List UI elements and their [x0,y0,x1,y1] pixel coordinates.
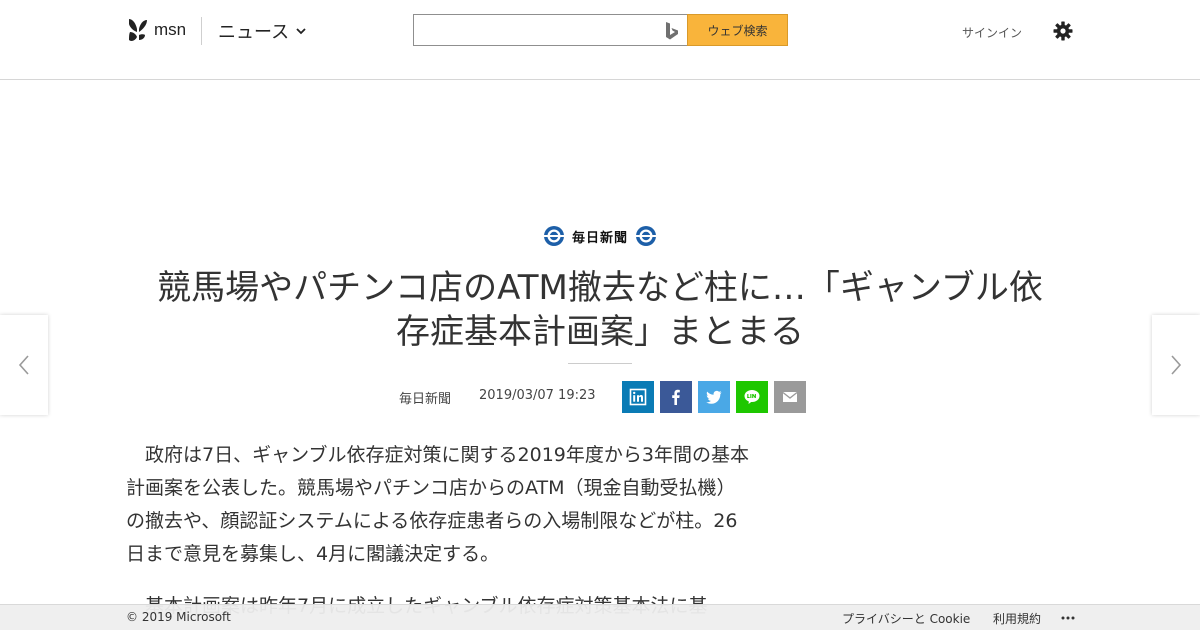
bing-icon [666,22,678,40]
line-icon [744,390,760,404]
article-source: 毎日新聞 [399,392,452,407]
headline-line-2: 存症基本計画案」まとまる [396,312,804,352]
category-dropdown[interactable]: ニュース [218,19,306,43]
facebook-icon [672,389,680,405]
page-footer: © 2019 Microsoft プライバシーと Cookie 利用規約 [0,604,1200,630]
share-twitter-button[interactable] [698,381,730,413]
share-facebook-button[interactable] [660,381,692,413]
publisher-name: 毎日新聞 [571,230,628,246]
msn-butterfly-icon [129,19,147,41]
publisher-emblem-icon [544,226,564,246]
share-linkedin-button[interactable] [622,381,654,413]
share-line-button[interactable] [736,381,768,413]
headline-divider [568,363,632,364]
twitter-icon [706,390,722,404]
web-search-button[interactable]: ウェブ検索 [687,14,788,46]
chevron-right-icon [1171,355,1182,375]
gear-icon[interactable] [1053,21,1073,41]
terms-of-use-link[interactable]: 利用規約 [993,610,1041,627]
article-date: 2019/03/07 19:23 [479,388,596,403]
signin-link[interactable]: サインイン [962,24,1022,41]
privacy-cookie-link[interactable]: プライバシーと Cookie [842,610,970,627]
header-divider [201,17,202,45]
article-headline: 競馬場やパチンコ店のATM撤去など柱に…「ギャンブル依 存症基本計画案」まとまる [110,266,1090,354]
previous-article-button[interactable] [0,315,48,415]
share-mail-button[interactable] [774,381,806,413]
copyright-text: © 2019 Microsoft [126,610,231,624]
headline-line-1: 競馬場やパチンコ店のATM撤去など柱に…「ギャンブル依 [157,268,1043,308]
more-icon[interactable] [1061,616,1075,620]
top-header: msn ニュース ウェブ検索 サインイン [0,0,1200,80]
search-box [413,14,688,46]
linkedin-icon [629,388,647,406]
msn-logo-text: msn [154,20,187,39]
article-paragraph: 政府は7日、ギャンブル依存症対策に関する2019年度から3年間の基本計画案を公表… [126,444,749,565]
next-article-button[interactable] [1152,315,1200,415]
category-label: ニュース [218,22,290,43]
publisher-emblem-icon [635,226,656,246]
publisher-logo[interactable]: 毎日新聞 [543,224,657,248]
chevron-left-icon [18,355,29,375]
chevron-down-icon [296,28,306,35]
search-input[interactable] [414,15,654,45]
mail-icon [782,391,798,402]
msn-logo[interactable]: msn [126,16,186,44]
